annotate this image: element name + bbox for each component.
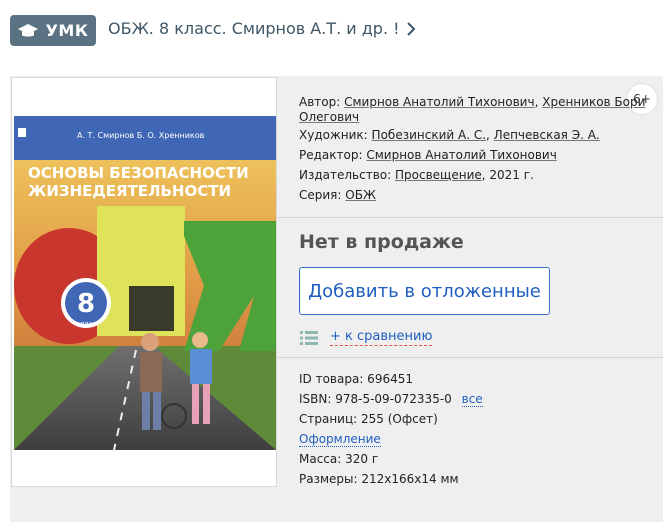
isbn-value: ISBN: 978-5-09-072335-0 <box>299 392 452 406</box>
series-title-link[interactable]: ОБЖ. 8 класс. Смирнов А.Т. и др. ! <box>108 19 416 38</box>
illustrator-row: Художник: Побезинский А. С., Лепчевская … <box>299 125 629 145</box>
series-row: Серия: ОБЖ <box>299 185 629 205</box>
series-link[interactable]: ОБЖ <box>345 188 376 202</box>
illustrator-separator: , <box>486 128 490 142</box>
divider <box>278 357 663 358</box>
author-link-2[interactable]: Хренников Бори <box>542 95 645 109</box>
divider <box>278 217 663 218</box>
list-icon <box>300 330 318 345</box>
illustrator-label: Художник: <box>299 128 368 142</box>
cover-title-line1: ОСНОВЫ БЕЗОПАСНОСТИ <box>28 164 249 182</box>
add-to-compare[interactable]: + к сравнению <box>300 329 433 346</box>
umk-badge[interactable]: УМК <box>10 15 96 46</box>
author-link-2-continued[interactable]: Олегович <box>299 110 359 124</box>
weight: Масса: 320 г <box>299 452 379 466</box>
publisher-link[interactable]: Просвещение <box>395 168 482 182</box>
publisher-year: , 2021 г. <box>481 168 534 182</box>
author-separator: , <box>534 95 539 109</box>
illustrator-link-1[interactable]: Побезинский А. С. <box>372 128 486 142</box>
publisher-label: Издательство: <box>299 168 392 182</box>
editor-row: Редактор: Смирнов Анатолий Тихонович <box>299 145 629 165</box>
product-id: ID товара: 696451 <box>299 372 413 386</box>
series-label: Серия: <box>299 188 342 202</box>
editor-link[interactable]: Смирнов Анатолий Тихонович <box>366 148 556 162</box>
design-link[interactable]: Оформление <box>299 432 381 447</box>
cover-authors: А. Т. Смирнов Б. О. Хренников <box>77 131 205 140</box>
dimensions: Размеры: 212x166x14 мм <box>299 472 459 486</box>
availability-status: Нет в продаже <box>299 231 464 253</box>
book-cover[interactable]: А. Т. Смирнов Б. О. Хренников ОСНОВЫ БЕЗ… <box>14 116 276 450</box>
product-details: ID товара: 696451 ISBN: 978-5-09-072335-… <box>299 369 483 489</box>
author-link-1[interactable]: Смирнов Анатолий Тихонович <box>344 95 534 109</box>
illustrator-link-2[interactable]: Лепчевская Э. А. <box>494 128 600 142</box>
isbn-all-link[interactable]: все <box>461 392 483 407</box>
graduation-cap-icon <box>17 23 38 36</box>
cover-grade-label: класс <box>76 320 97 328</box>
cover-grade-number: 8 <box>77 289 95 319</box>
cover-frame: А. Т. Смирнов Б. О. Хренников ОСНОВЫ БЕЗ… <box>11 77 277 487</box>
author-label: Автор: <box>299 95 341 109</box>
author-row: Автор: Смирнов Анатолий Тихонович, Хренн… <box>299 95 645 125</box>
product-meta: Автор: Смирнов Анатолий Тихонович, Хренн… <box>299 95 645 205</box>
umk-badge-label: УМК <box>45 21 89 40</box>
compare-label: + к сравнению <box>330 329 433 346</box>
publisher-row: Издательство: Просвещение, 2021 г. <box>299 165 629 185</box>
chevron-right-icon <box>406 21 415 36</box>
design-row: Оформление <box>299 429 483 449</box>
add-to-wishlist-button[interactable]: Добавить в отложенные <box>299 267 550 315</box>
product-info: 6+ Автор: Смирнов Анатолий Тихонович, Хр… <box>278 76 663 522</box>
product-card: А. Т. Смирнов Б. О. Хренников ОСНОВЫ БЕЗ… <box>10 76 663 522</box>
pages-count: Страниц: 255 (Офсет) <box>299 412 438 426</box>
isbn-row: ISBN: 978-5-09-072335-0 все <box>299 389 483 409</box>
editor-label: Редактор: <box>299 148 363 162</box>
series-title: ОБЖ. 8 класс. Смирнов А.Т. и др. ! <box>108 19 400 38</box>
cover-title-line2: ЖИЗНЕДЕЯТЕЛЬНОСТИ <box>28 182 231 200</box>
